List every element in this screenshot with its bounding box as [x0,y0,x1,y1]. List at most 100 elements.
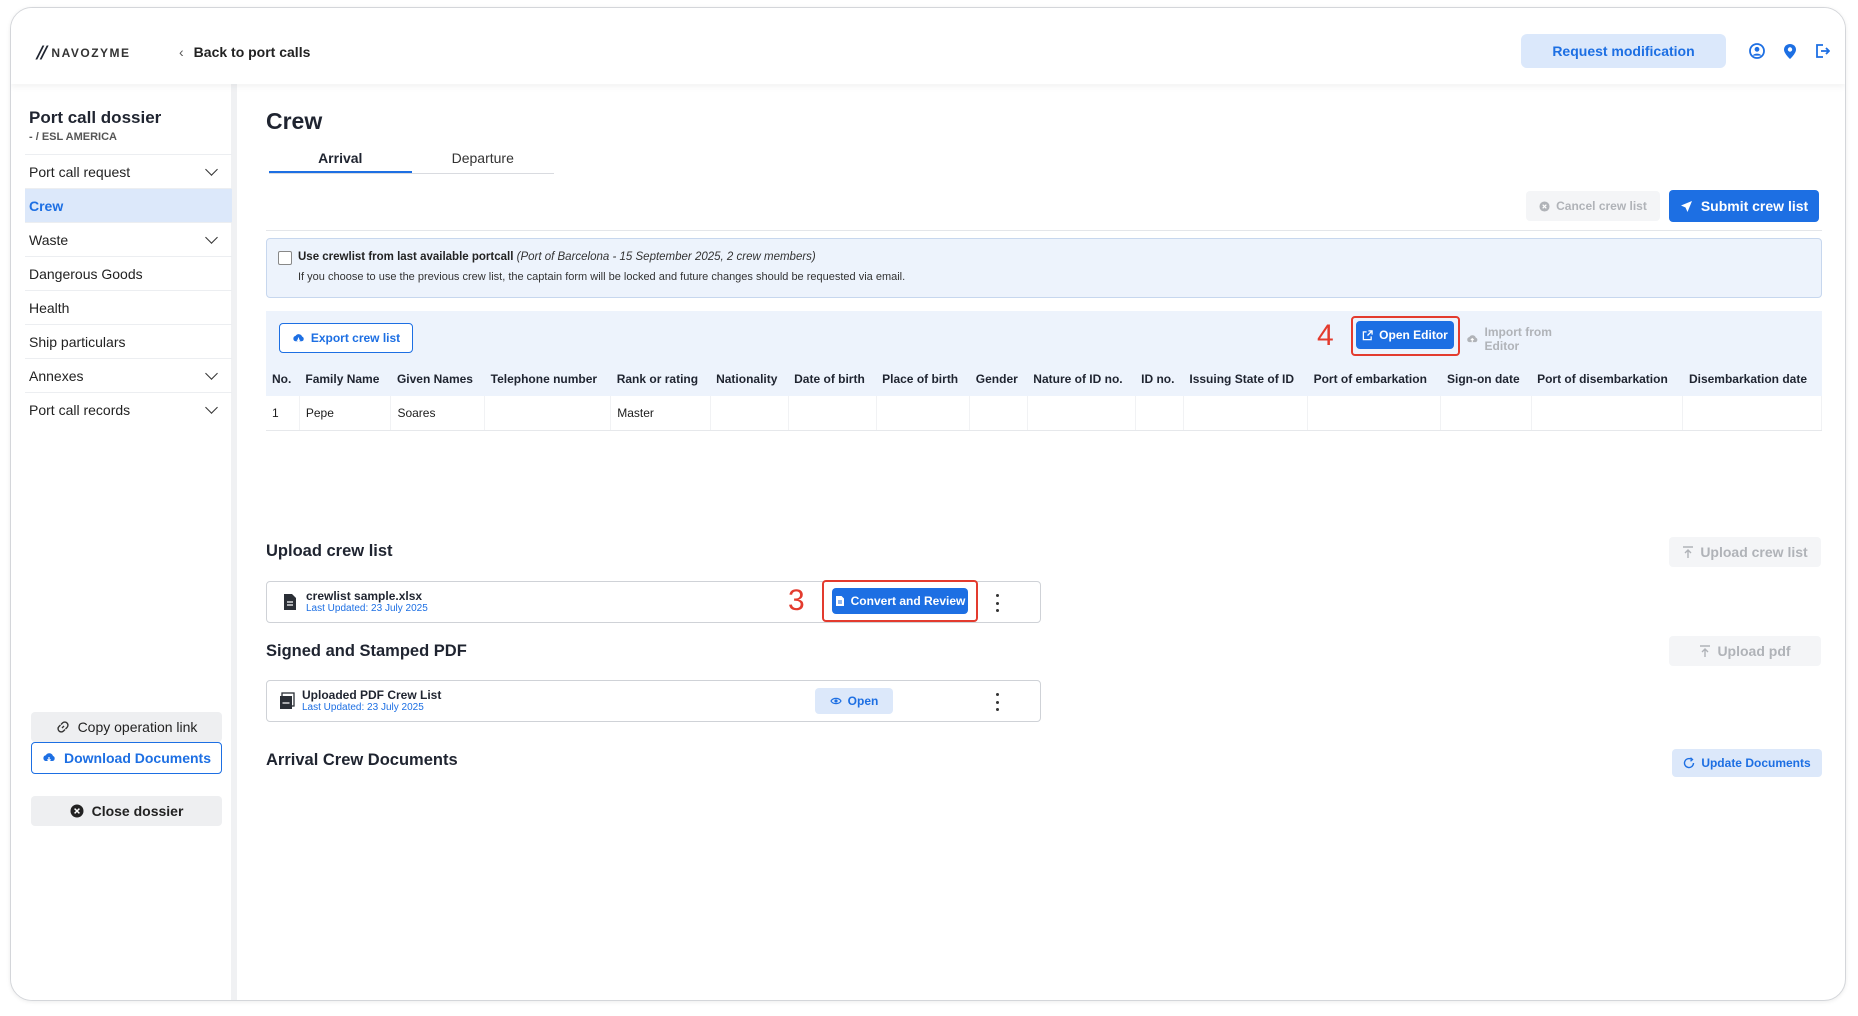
top-bar: // NAVOZYME ‹ Back to port calls Request… [11,8,1845,84]
sidebar-item-label: Health [29,299,70,316]
request-modification-button[interactable]: Request modification [1521,34,1726,68]
copy-link-label: Copy operation link [77,719,198,735]
sidebar-item-label: Annexes [29,367,84,384]
file-name: crewlist sample.xlsx [306,589,423,603]
use-previous-crewlist-checkbox[interactable] [278,251,292,265]
open-pdf-button[interactable]: Open [815,688,893,714]
column-header: Issuing State of ID [1183,362,1308,396]
download-label: Download Documents [63,750,211,766]
sidebar-item-label: Crew [29,197,64,214]
sidebar-item-crew[interactable]: Crew [25,188,232,222]
more-options-icon[interactable] [994,693,1000,711]
import-from-editor-button[interactable]: Import from Editor [1466,324,1586,354]
upload-pdf-label: Upload pdf [1717,643,1791,659]
file-date: Last Updated: 23 July 2025 [302,702,424,713]
close-dossier-label: Close dossier [91,803,184,819]
tab-departure[interactable]: Departure [412,146,555,173]
cancel-crew-list-button[interactable]: Cancel crew list [1526,191,1660,221]
table-cell [969,396,1028,431]
sidebar-item-dangerous-goods[interactable]: Dangerous Goods [25,256,232,290]
table-cell: 1 [266,396,300,431]
update-documents-button[interactable]: Update Documents [1672,749,1822,777]
column-header: Gender [969,362,1028,396]
logo-text: NAVOZYME [51,46,131,60]
more-options-icon[interactable] [994,594,1000,612]
close-dossier-button[interactable]: Close dossier [31,796,222,826]
cloud-upload-icon [1467,334,1478,342]
table-body: 1 Pepe Soares Master [266,396,1822,431]
logo-icon: // [37,43,48,63]
eye-icon [829,697,842,705]
notice-line: Use crewlist from last available portcal… [298,251,816,263]
table-cell [788,396,877,431]
chevron-down-icon [205,163,218,176]
column-header: Rank or rating [610,362,711,396]
location-pin-icon[interactable] [1781,42,1799,60]
file-date: Last Updated: 23 July 2025 [306,603,428,614]
upload-crew-list-label: Upload crew list [1700,544,1808,560]
cloud-download-icon [293,333,304,342]
sidebar-item-ship-particulars[interactable]: Ship particulars [25,324,232,358]
crewlist-file-card: crewlist sample.xlsx Last Updated: 23 Ju… [266,580,1041,623]
link-icon [56,721,69,733]
refresh-icon [1684,757,1695,769]
copy-operation-link-button[interactable]: Copy operation link [31,712,222,742]
table-row[interactable]: 1 Pepe Soares Master [266,396,1822,431]
column-header: Place of birth [876,362,970,396]
table-cell [1531,396,1684,431]
open-label: Open [847,694,879,708]
tab-arrival[interactable]: Arrival [269,146,412,173]
upload-pdf-button[interactable]: Upload pdf [1669,636,1821,666]
pdf-icon [280,692,295,709]
export-crew-list-button[interactable]: Export crew list [279,323,413,353]
sidebar-item-port-call-records[interactable]: Port call records [25,392,232,426]
table-cell [1027,396,1136,431]
submit-crew-list-button[interactable]: Submit crew list [1669,190,1819,222]
pdf-file-card: Uploaded PDF Crew List Last Updated: 23 … [266,680,1041,722]
table-cell [1135,396,1184,431]
sidebar-item-health[interactable]: Health [25,290,232,324]
upload-icon [1700,644,1711,657]
annotation-number-4: 4 [1317,319,1334,352]
logout-icon[interactable] [1813,42,1831,60]
table-cell: Pepe [299,396,392,431]
sidebar-item-label: Port call request [29,163,131,180]
divider [266,230,1822,231]
open-editor-label: Open Editor [1379,328,1448,342]
chevron-down-icon [205,231,218,244]
table-cell [1682,396,1822,431]
table-cell [1307,396,1442,431]
cloud-download-icon [43,753,55,762]
export-label: Export crew list [310,331,401,345]
sidebar-item-label: Dangerous Goods [29,265,143,282]
column-header: Sign-on date [1440,362,1532,396]
send-icon [1680,200,1692,212]
table-cell: Master [610,396,711,431]
cancel-label: Cancel crew list [1556,199,1647,213]
table-cell [1440,396,1532,431]
back-to-port-calls-link[interactable]: ‹ Back to port calls [179,44,310,60]
column-header: Family Name [299,362,391,396]
download-documents-button[interactable]: Download Documents [31,742,222,774]
table-cell [876,396,971,431]
annotation-number-3: 3 [788,584,805,617]
user-icon[interactable] [1748,42,1766,60]
arrival-documents-title: Arrival Crew Documents [266,751,458,769]
upload-crew-list-button[interactable]: Upload crew list [1669,537,1821,567]
sidebar-item-annexes[interactable]: Annexes [25,358,232,392]
upload-icon [1683,545,1694,558]
previous-portcall-detail: (Port of Barcelona - 15 September 2025, … [516,251,816,263]
sidebar-item-label: Waste [29,231,69,248]
sidebar-item-waste[interactable]: Waste [25,222,232,256]
sidebar-nav: Port call request Crew Waste Dangerous G… [25,154,232,426]
back-label: Back to port calls [193,44,311,60]
app-window: // NAVOZYME ‹ Back to port calls Request… [10,7,1846,1001]
table-header-row: No. Family Name Given Names Telephone numbe… [266,362,1822,396]
sidebar-item-port-call-request[interactable]: Port call request [25,154,232,188]
external-link-icon [1362,329,1373,340]
open-editor-button[interactable]: Open Editor [1356,321,1454,349]
document-icon [284,594,296,610]
convert-and-review-button[interactable]: Convert and Review [832,588,968,614]
table-cell [710,396,789,431]
tab-bar: Arrival Departure [269,146,554,174]
